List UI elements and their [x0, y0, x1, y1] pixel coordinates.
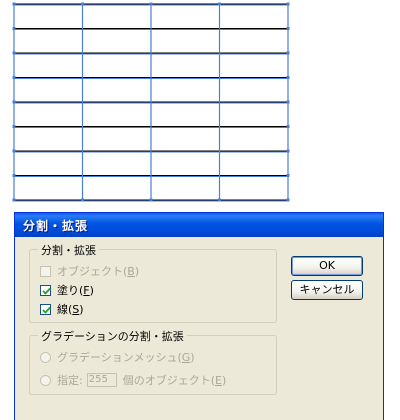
specify-radio[interactable] [40, 374, 51, 386]
checkmark-icon [42, 306, 51, 314]
anchor-point[interactable] [286, 2, 290, 6]
anchor-point[interactable] [286, 76, 290, 79]
anchor-point[interactable] [12, 2, 16, 6]
object-checkbox[interactable] [40, 265, 51, 277]
dialog-title: 分割・拡張 [23, 219, 89, 233]
anchor-point[interactable] [286, 27, 290, 30]
object-label: オブジェクト(B) [57, 265, 140, 278]
anchor-point[interactable] [12, 100, 16, 104]
anchor-point[interactable] [12, 125, 16, 128]
anchor-point[interactable] [286, 125, 290, 128]
specify-label: 指定: [57, 374, 83, 387]
stroke-checkbox-row: 線(S) [40, 302, 84, 316]
object-count-suffix: 個のオブジェクト(E) [122, 374, 227, 387]
selected-grid-artwork[interactable] [0, 0, 400, 210]
specify-row: 指定: 255 個のオブジェクト(E) [40, 373, 226, 387]
object-count-input[interactable]: 255 [86, 373, 117, 387]
gradient-group: グラデーションの分割・拡張 グラデーションメッシュ(G) 指定: 255 個のオ… [29, 328, 277, 395]
anchor-point[interactable] [12, 149, 16, 153]
anchor-point[interactable] [12, 198, 16, 202]
anchor-point[interactable] [286, 174, 290, 177]
anchor-point[interactable] [218, 2, 221, 6]
object-checkbox-row: オブジェクト(B) [40, 264, 139, 278]
gradient-group-legend: グラデーションの分割・拡張 [38, 328, 187, 344]
anchor-point[interactable] [286, 51, 290, 55]
gradient-mesh-row: グラデーションメッシュ(G) [40, 350, 195, 364]
anchor-point[interactable] [286, 100, 290, 104]
gradient-mesh-radio[interactable] [40, 351, 51, 363]
anchor-point[interactable] [12, 51, 16, 55]
anchor-point[interactable] [12, 174, 16, 177]
anchor-point[interactable] [12, 76, 16, 79]
expand-group-legend: 分割・拡張 [38, 242, 99, 258]
anchor-point[interactable] [286, 149, 290, 153]
anchor-point[interactable] [12, 27, 16, 30]
cancel-button[interactable]: キャンセル [291, 280, 363, 300]
anchor-point[interactable] [149, 198, 153, 202]
stroke-checkbox[interactable] [40, 303, 51, 315]
stroke-label: 線(S) [57, 303, 84, 316]
anchor-point[interactable] [149, 2, 153, 6]
fill-label: 塗り(F) [57, 284, 94, 297]
ok-button[interactable]: OK [291, 256, 363, 276]
fill-checkbox[interactable] [40, 284, 51, 296]
anchor-point[interactable] [81, 2, 84, 6]
expand-dialog: 分割・拡張 分割・拡張 オブジェクト(B) 塗り(F) 線(S) グラデーション… [14, 212, 384, 420]
anchor-point[interactable] [218, 198, 221, 202]
anchor-point[interactable] [286, 198, 290, 202]
dialog-titlebar[interactable]: 分割・拡張 [15, 213, 383, 237]
gradient-mesh-label: グラデーションメッシュ(G) [57, 351, 195, 364]
anchor-point[interactable] [81, 198, 84, 202]
fill-checkbox-row: 塗り(F) [40, 283, 94, 297]
expand-group: 分割・拡張 オブジェクト(B) 塗り(F) 線(S) [29, 242, 277, 323]
checkmark-icon [42, 287, 51, 295]
